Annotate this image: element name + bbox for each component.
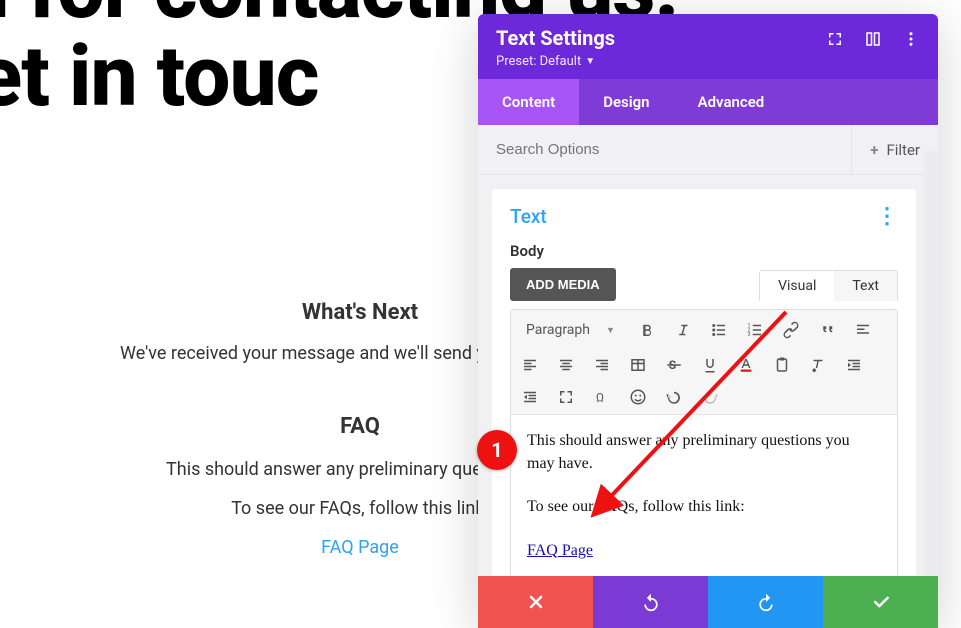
editor-paragraph-2[interactable]: To see our FAQs, follow this link:: [527, 495, 881, 518]
check-icon: [871, 592, 891, 612]
close-icon: [526, 592, 546, 612]
text-card: Text ⋮ Body ADD MEDIA Visual Text Paragr…: [492, 189, 916, 576]
editor-mode-tabs: Visual Text: [759, 270, 898, 301]
indent-icon[interactable]: [843, 354, 865, 376]
bold-icon[interactable]: [636, 319, 658, 341]
body-label: Body: [510, 242, 898, 260]
special-char-icon[interactable]: Ω: [591, 386, 613, 408]
text-settings-panel: Text Settings Preset: Default ▼ Content …: [478, 14, 938, 628]
panel-body: Text ⋮ Body ADD MEDIA Visual Text Paragr…: [478, 175, 938, 576]
editor-paragraph-1[interactable]: This should answer any preliminary quest…: [527, 429, 881, 475]
strikethrough-icon[interactable]: S: [663, 354, 685, 376]
blockquote-icon[interactable]: [816, 319, 838, 341]
chevron-down-icon: ▼: [606, 325, 615, 336]
table-icon[interactable]: [627, 354, 649, 376]
panel-tabs: Content Design Advanced: [478, 79, 938, 125]
link-icon[interactable]: [780, 319, 802, 341]
editor-toolbar: Paragraph ▼ 123 S: [511, 310, 897, 415]
tab-advanced[interactable]: Advanced: [674, 79, 789, 125]
search-input[interactable]: [496, 141, 851, 158]
redo-footer-icon: [756, 592, 776, 612]
redo-icon[interactable]: [699, 386, 721, 408]
bulleted-list-icon[interactable]: [708, 319, 730, 341]
snap-icon[interactable]: [864, 30, 882, 48]
panel-title: Text Settings: [496, 26, 615, 50]
text-color-icon[interactable]: [735, 354, 757, 376]
fullscreen-icon[interactable]: [555, 386, 577, 408]
annotation-number: 1: [491, 438, 502, 462]
paragraph-select[interactable]: Paragraph ▼: [519, 316, 622, 344]
search-row: + Filter: [478, 125, 938, 175]
editor-content[interactable]: This should answer any preliminary quest…: [511, 415, 897, 576]
plus-icon: +: [870, 141, 878, 159]
align-center-icon[interactable]: [555, 354, 577, 376]
preset-selector[interactable]: Preset: Default ▼: [496, 54, 615, 69]
save-button[interactable]: [823, 576, 938, 628]
undo-icon[interactable]: [663, 386, 685, 408]
chevron-down-icon: ▼: [585, 56, 595, 67]
panel-footer: [478, 576, 938, 628]
align-left-icon[interactable]: [519, 354, 541, 376]
emoji-icon[interactable]: [627, 386, 649, 408]
editor-faq-link[interactable]: FAQ Page: [527, 542, 593, 559]
section-title[interactable]: Text: [510, 205, 547, 228]
clear-format-icon[interactable]: [807, 354, 829, 376]
italic-icon[interactable]: [672, 319, 694, 341]
annotation-marker-1: 1: [477, 430, 517, 470]
svg-text:3: 3: [747, 332, 750, 338]
align-right-icon[interactable]: [591, 354, 613, 376]
undo-footer-icon: [641, 592, 661, 612]
add-media-button[interactable]: ADD MEDIA: [510, 268, 616, 301]
redo-button[interactable]: [708, 576, 823, 628]
wysiwyg-editor: Paragraph ▼ 123 S: [510, 309, 898, 576]
underline-icon[interactable]: [699, 354, 721, 376]
filter-label: Filter: [886, 141, 920, 159]
paragraph-select-label: Paragraph: [526, 322, 590, 338]
faq-page-link[interactable]: FAQ Page: [321, 537, 399, 558]
cancel-button[interactable]: [478, 576, 593, 628]
scrollbar-track[interactable]: [924, 151, 938, 576]
tab-design[interactable]: Design: [579, 79, 673, 125]
section-menu-icon[interactable]: ⋮: [876, 206, 898, 228]
align-icon[interactable]: [852, 319, 874, 341]
expand-icon[interactable]: [826, 30, 844, 48]
undo-button[interactable]: [593, 576, 708, 628]
preset-label: Preset: Default: [496, 54, 581, 69]
panel-header[interactable]: Text Settings Preset: Default ▼: [478, 14, 938, 79]
editor-tab-text[interactable]: Text: [834, 271, 897, 301]
outdent-icon[interactable]: [519, 386, 541, 408]
tab-content[interactable]: Content: [478, 79, 579, 125]
kebab-menu-icon[interactable]: [902, 30, 920, 48]
svg-text:Ω: Ω: [596, 391, 604, 405]
numbered-list-icon[interactable]: 123: [744, 319, 766, 341]
editor-tab-visual[interactable]: Visual: [760, 271, 834, 301]
paste-icon[interactable]: [771, 354, 793, 376]
